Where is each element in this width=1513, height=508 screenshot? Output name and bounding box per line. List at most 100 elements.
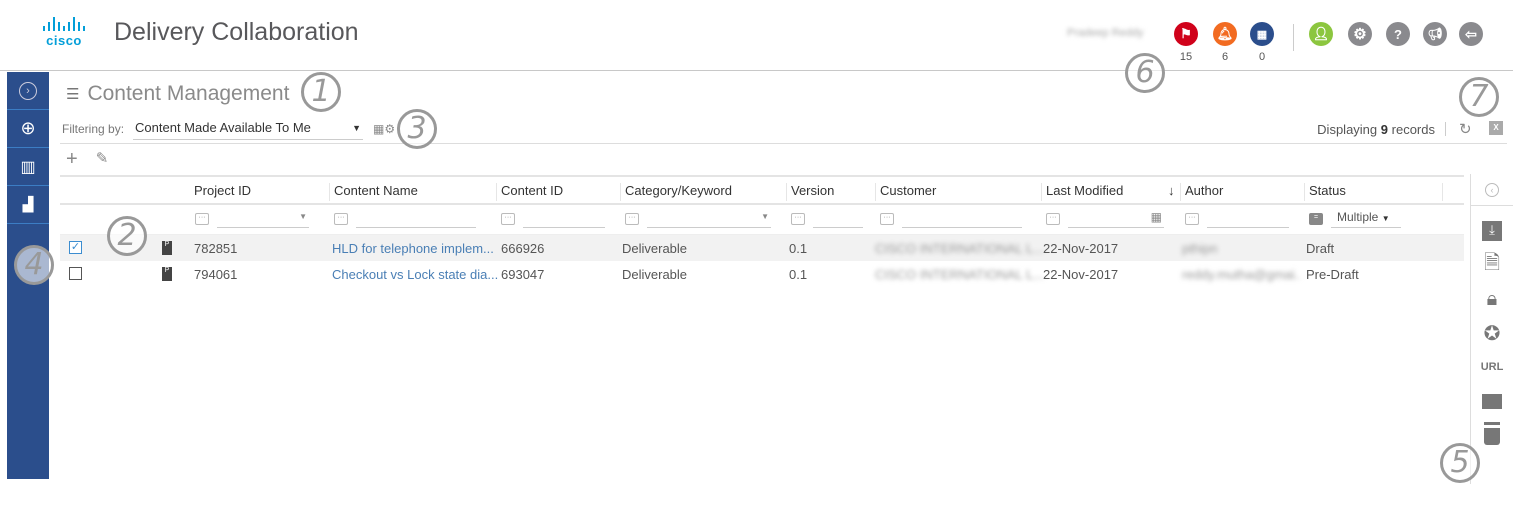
filter-options-icon[interactable]: ···	[880, 213, 894, 225]
filter-settings-icon[interactable]: ▦⚙	[373, 122, 395, 136]
grid-header: Project ID Content Name Content ID Categ…	[60, 175, 1464, 205]
filter-options-icon[interactable]: ···	[501, 213, 515, 225]
building-icon: ▥	[20, 158, 36, 176]
add-icon[interactable]: +	[66, 149, 78, 169]
doc-lock-icon[interactable]: 🗎︎	[1471, 248, 1513, 282]
equals-icon[interactable]: =	[1309, 213, 1323, 225]
filter-options-icon[interactable]: ···	[1046, 213, 1060, 225]
document-icon: P	[162, 267, 172, 281]
nav-expand[interactable]: ›	[7, 72, 49, 110]
filter-label: Filtering by:	[62, 122, 125, 136]
chevron-down-icon: ▼	[352, 122, 362, 133]
project-id-filter[interactable]: ▼	[217, 210, 309, 228]
archive-icon[interactable]	[1471, 384, 1513, 418]
action-bar: ‹ ⤓ 🗎︎ 🔒︎ ✪ URL	[1470, 174, 1513, 484]
filter-row: Filtering by: Content Made Available To …	[62, 118, 395, 140]
col-version[interactable]: Version	[786, 183, 834, 201]
filter-options-icon[interactable]: ···	[1185, 213, 1199, 225]
collapse-button[interactable]: ‹	[1471, 174, 1513, 206]
chevron-down-icon: ▼	[761, 212, 769, 221]
filter-options-icon[interactable]: ···	[334, 213, 348, 225]
lock-icon[interactable]: 🔒︎	[1471, 282, 1513, 316]
content-name-link[interactable]: Checkout vs Lock state dia...	[332, 267, 498, 282]
nav-building[interactable]: ▥	[7, 148, 49, 186]
last-modified: 22-Nov-2017	[1043, 267, 1119, 282]
callout-6: 6	[1125, 53, 1165, 93]
col-project-id[interactable]: Project ID	[190, 183, 251, 201]
col-category[interactable]: Category/Keyword	[620, 183, 732, 201]
user-name[interactable]: Pradeep Reddy	[1067, 27, 1143, 39]
megaphone-icon[interactable]: 📢︎	[1423, 22, 1447, 46]
user-icon[interactable]: 👤︎	[1309, 22, 1333, 46]
content-name-filter[interactable]	[356, 210, 476, 228]
row-checkbox[interactable]: ✓	[69, 241, 82, 254]
nav-globe[interactable]: ⊕	[7, 110, 49, 148]
nav-dashboard[interactable]: ▟	[7, 186, 49, 224]
collapse-icon: ‹	[1485, 182, 1499, 197]
delete-icon[interactable]	[1471, 418, 1513, 452]
content-id: 693047	[501, 267, 545, 282]
filter-options-icon[interactable]: ···	[625, 213, 639, 225]
flag-icon[interactable]: ⚑	[1174, 22, 1198, 46]
verified-icon[interactable]: ✪	[1471, 316, 1513, 350]
help-icon[interactable]: ?	[1386, 22, 1410, 46]
page-title: Content Management	[87, 82, 290, 105]
grid-toolbar: + ✎	[66, 149, 108, 169]
col-content-name[interactable]: Content Name	[329, 183, 418, 201]
col-content-id[interactable]: Content ID	[496, 183, 563, 201]
bell-count: 6	[1221, 51, 1229, 63]
refresh-icon[interactable]: ↻	[1459, 120, 1472, 138]
filter-options-icon[interactable]: ···	[791, 213, 805, 225]
filter-options-icon[interactable]: ···	[195, 213, 209, 225]
author-filter[interactable]	[1207, 210, 1289, 228]
status: Pre-Draft	[1306, 267, 1359, 282]
callout-1: 1	[301, 72, 341, 112]
grid-filter-row: ··· ▼ ··· ··· ··· ▼ ··· ··· ··· ▦ ··· = Mul…	[60, 205, 1464, 235]
sort-desc-icon[interactable]: ↓	[1166, 183, 1175, 201]
col-last-modified[interactable]: Last Modified	[1041, 183, 1123, 201]
category: Deliverable	[622, 267, 688, 282]
excel-export-icon[interactable]: X	[1489, 121, 1503, 135]
cisco-logo[interactable]: cisco	[36, 17, 92, 49]
bell-icon[interactable]: 🔔︎	[1213, 22, 1237, 46]
page-title-row: ☰ Content Management	[66, 80, 289, 108]
calendar-icon[interactable]: ▦	[1250, 22, 1274, 46]
logout-icon[interactable]: ⇦	[1459, 22, 1483, 46]
menu-icon[interactable]: ☰	[66, 85, 79, 103]
download-icon[interactable]: ⤓	[1471, 214, 1513, 248]
author: pthipn	[1182, 241, 1218, 256]
col-customer[interactable]: Customer	[875, 183, 936, 201]
filter-value: Content Made Available To Me	[135, 120, 311, 135]
customer-filter[interactable]	[902, 210, 1022, 228]
filter-select[interactable]: Content Made Available To Me ▼	[133, 118, 364, 140]
customer: CISCO INTERNATIONAL L...	[875, 241, 1045, 256]
document-icon: P	[162, 241, 172, 255]
status-filter-value: Multiple	[1337, 210, 1379, 224]
gear-icon[interactable]: ⚙	[1348, 22, 1372, 46]
status-filter[interactable]: Multiple ▼	[1331, 210, 1401, 228]
version-filter[interactable]	[813, 210, 863, 228]
category-filter[interactable]: ▼	[647, 210, 771, 228]
project-id: 782851	[194, 241, 238, 256]
edit-icon[interactable]: ✎	[96, 149, 109, 169]
last-modified-filter[interactable]: ▦	[1068, 210, 1164, 228]
col-divider	[1442, 183, 1447, 201]
project-id: 794061	[194, 267, 238, 282]
callout-5: 5	[1440, 443, 1480, 483]
callout-7: 7	[1459, 77, 1499, 117]
header-divider	[1293, 24, 1294, 51]
content-id-filter[interactable]	[523, 210, 605, 228]
row-checkbox[interactable]	[69, 267, 82, 280]
callout-4: 4	[14, 245, 54, 285]
table-row[interactable]: ✓ P 782851 HLD for telephone implem... 6…	[60, 235, 1464, 261]
col-author[interactable]: Author	[1180, 183, 1223, 201]
col-status[interactable]: Status	[1304, 183, 1346, 201]
status: Draft	[1306, 241, 1335, 256]
url-icon[interactable]: URL	[1471, 350, 1513, 384]
divider	[60, 143, 1507, 144]
version: 0.1	[789, 241, 808, 256]
content-name-link[interactable]: HLD for telephone implem...	[332, 241, 494, 256]
calendar-icon[interactable]: ▦	[1151, 210, 1162, 224]
table-row[interactable]: P 794061 Checkout vs Lock state dia... 6…	[60, 261, 1464, 287]
records-prefix: Displaying	[1317, 122, 1378, 137]
